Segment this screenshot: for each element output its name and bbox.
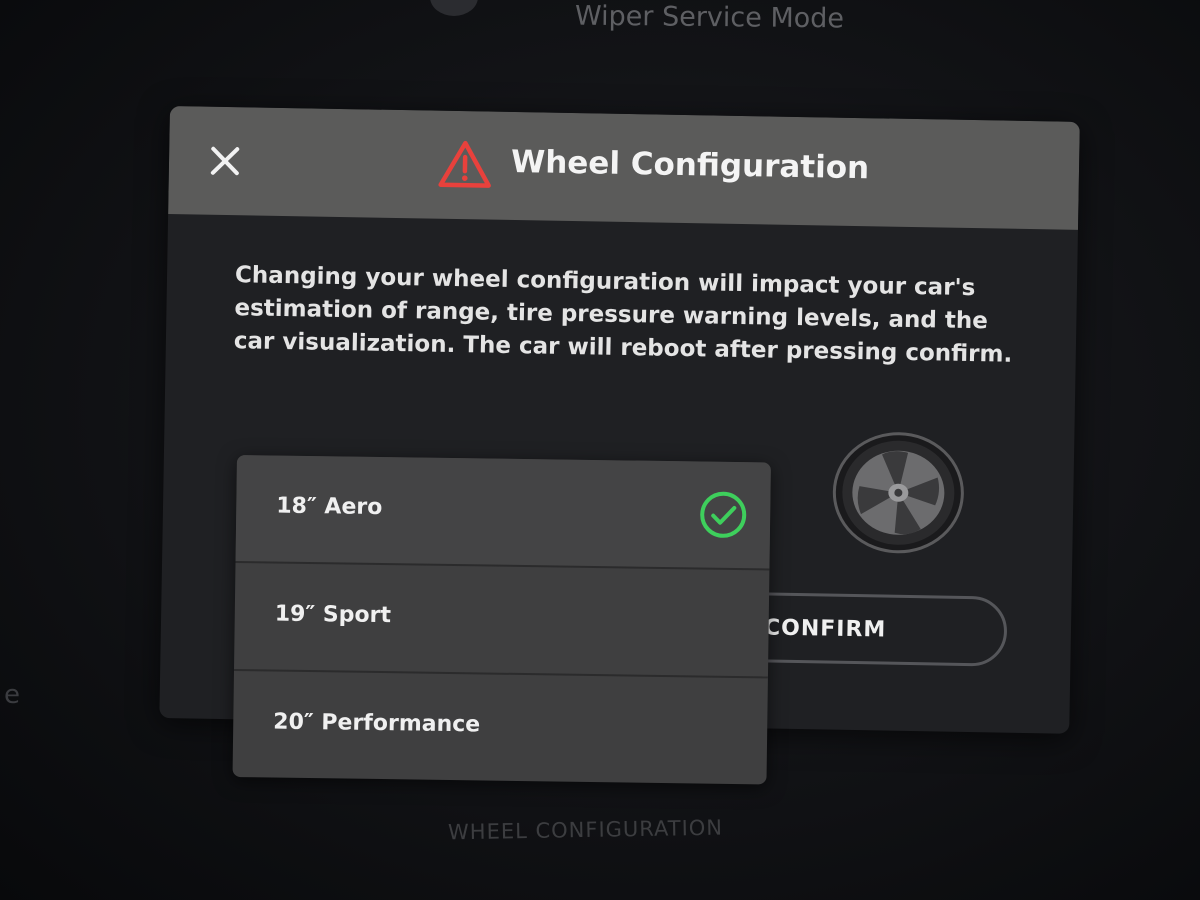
close-icon [210, 146, 240, 176]
wheel-option-label: 18″ Aero [276, 493, 383, 521]
check-icon [700, 491, 747, 538]
wheel-option-18-aero[interactable]: 18″ Aero [235, 455, 771, 571]
wheel-configuration-setting-label[interactable]: WHEEL CONFIGURATION [448, 816, 723, 845]
dialog-header: Wheel Configuration [168, 106, 1080, 230]
dialog-title: Wheel Configuration [510, 143, 870, 187]
wheel-option-label: 20″ Performance [273, 709, 481, 738]
wiper-service-mode-label[interactable]: Wiper Service Mode [575, 1, 844, 35]
wheel-icon [832, 432, 964, 554]
wiper-icon [430, 0, 478, 16]
warning-triangle-icon [438, 140, 491, 188]
close-button[interactable] [205, 141, 246, 182]
wheel-options-dropdown: 18″ Aero 19″ Sport 20″ Performance [232, 455, 771, 785]
wheel-option-19-sport[interactable]: 19″ Sport [233, 562, 770, 679]
wheel-option-label: 19″ Sport [274, 601, 392, 629]
background-text-fragment: e [4, 680, 20, 710]
warning-message: Changing your wheel configuration will i… [233, 262, 1013, 368]
wheel-option-20-performance[interactable]: 20″ Performance [233, 671, 768, 784]
